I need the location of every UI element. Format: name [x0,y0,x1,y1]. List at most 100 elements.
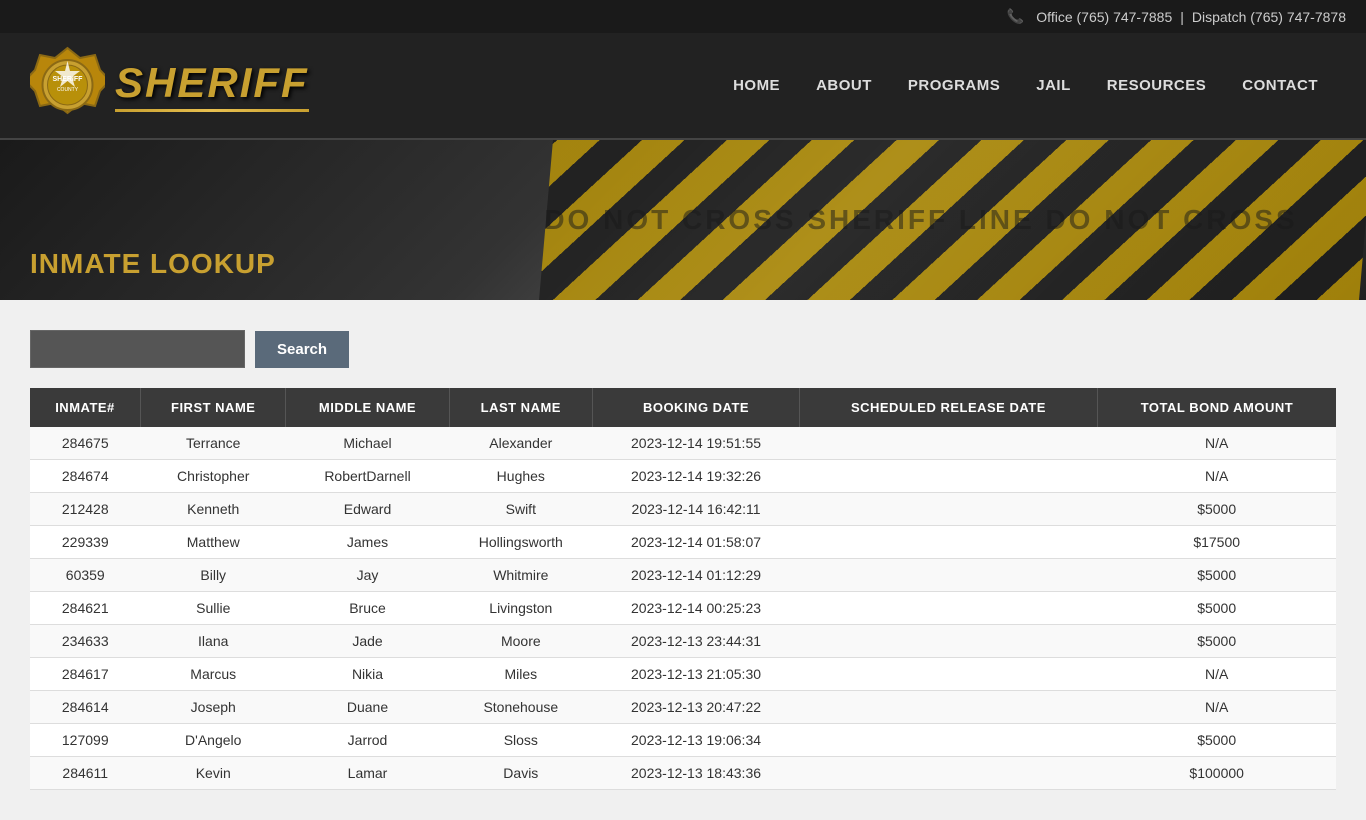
table-row: 284675TerranceMichaelAlexander2023-12-14… [30,427,1336,460]
table-cell: James [286,526,449,559]
office-phone: Office (765) 747-7885 [1036,9,1172,25]
table-cell: Matthew [141,526,286,559]
main-content: Search INMATE#FIRST NAMEMIDDLE NAMELAST … [0,300,1366,820]
table-cell: 2023-12-13 23:44:31 [593,625,800,658]
table-row: 212428KennethEdwardSwift2023-12-14 16:42… [30,493,1336,526]
logo-area: SHERIFF COUNTY SHERIFF [30,43,309,128]
table-cell [799,493,1097,526]
table-cell: 212428 [30,493,141,526]
table-row: 284617MarcusNikiaMiles2023-12-13 21:05:3… [30,658,1336,691]
table-cell: Terrance [141,427,286,460]
table-cell: 284611 [30,757,141,790]
table-header-cell: TOTAL BOND AMOUNT [1097,388,1336,427]
table-cell: $5000 [1097,493,1336,526]
table-cell: Jay [286,559,449,592]
table-cell: 2023-12-14 00:25:23 [593,592,800,625]
nav-item-home[interactable]: HOME [715,69,798,102]
table-cell: RobertDarnell [286,460,449,493]
table-row: 229339MatthewJamesHollingsworth2023-12-1… [30,526,1336,559]
table-cell [799,691,1097,724]
table-cell: Ilana [141,625,286,658]
table-row: 284614JosephDuaneStonehouse2023-12-13 20… [30,691,1336,724]
table-header-cell: FIRST NAME [141,388,286,427]
header: SHERIFF COUNTY SHERIFF HOMEABOUTPROGRAMS… [0,33,1366,140]
nav-item-about[interactable]: ABOUT [798,69,890,102]
table-cell [799,592,1097,625]
table-header-cell: INMATE# [30,388,141,427]
table-header-row: INMATE#FIRST NAMEMIDDLE NAMELAST NAMEBOO… [30,388,1336,427]
table-row: 284621SullieBruceLivingston2023-12-14 00… [30,592,1336,625]
table-cell: Jarrod [286,724,449,757]
table-cell [799,427,1097,460]
separator: | [1180,9,1184,25]
table-header: INMATE#FIRST NAMEMIDDLE NAMELAST NAMEBOO… [30,388,1336,427]
table-row: 127099D'AngeloJarrodSloss2023-12-13 19:0… [30,724,1336,757]
table-cell [799,757,1097,790]
sheriff-badge-icon: SHERIFF COUNTY [30,43,105,128]
svg-text:COUNTY: COUNTY [57,87,79,93]
table-cell: Nikia [286,658,449,691]
inmate-table: INMATE#FIRST NAMEMIDDLE NAMELAST NAMEBOO… [30,388,1336,790]
table-cell: Bruce [286,592,449,625]
table-cell: $5000 [1097,559,1336,592]
phone-icon: 📞 [1007,8,1024,25]
table-cell: Alexander [449,427,593,460]
table-cell: Swift [449,493,593,526]
table-cell: $5000 [1097,625,1336,658]
table-row: 284611KevinLamarDavis2023-12-13 18:43:36… [30,757,1336,790]
table-cell: 2023-12-13 18:43:36 [593,757,800,790]
search-area: Search [30,330,1336,368]
nav-item-contact[interactable]: CONTACT [1224,69,1336,102]
search-input[interactable] [30,330,245,368]
table-cell: 2023-12-13 19:06:34 [593,724,800,757]
table-row: 234633IlanaJadeMoore2023-12-13 23:44:31$… [30,625,1336,658]
table-cell: Duane [286,691,449,724]
table-header-cell: BOOKING DATE [593,388,800,427]
table-cell: 284614 [30,691,141,724]
table-cell: Kevin [141,757,286,790]
table-cell [799,460,1097,493]
table-cell: 2023-12-13 21:05:30 [593,658,800,691]
table-cell: D'Angelo [141,724,286,757]
table-cell: 2023-12-14 19:32:26 [593,460,800,493]
nav-item-jail[interactable]: JAIL [1018,69,1089,102]
table-header-cell: MIDDLE NAME [286,388,449,427]
table-cell: 2023-12-14 19:51:55 [593,427,800,460]
table-cell: 284617 [30,658,141,691]
table-cell: N/A [1097,658,1336,691]
table-cell: $5000 [1097,592,1336,625]
hero-banner: DO NOT CROSS SHERIFF LINE DO NOT CROSS I… [0,140,1366,300]
table-cell: N/A [1097,460,1336,493]
tape-text: DO NOT CROSS SHERIFF LINE DO NOT CROSS [544,204,1297,236]
table-body: 284675TerranceMichaelAlexander2023-12-14… [30,427,1336,790]
table-cell: 284621 [30,592,141,625]
search-button[interactable]: Search [255,331,349,368]
table-cell: $17500 [1097,526,1336,559]
table-cell: Sullie [141,592,286,625]
table-cell: 229339 [30,526,141,559]
table-cell: Livingston [449,592,593,625]
table-cell: Sloss [449,724,593,757]
table-cell: Hughes [449,460,593,493]
table-cell: Edward [286,493,449,526]
dispatch-phone: Dispatch (765) 747-7878 [1192,9,1346,25]
table-cell: 2023-12-14 16:42:11 [593,493,800,526]
page-title: INMATE LOOKUP [30,248,276,280]
nav-item-programs[interactable]: PROGRAMS [890,69,1018,102]
table-cell: Whitmire [449,559,593,592]
table-cell: Miles [449,658,593,691]
table-cell: Michael [286,427,449,460]
table-cell: 2023-12-13 20:47:22 [593,691,800,724]
logo-text-area: SHERIFF [115,59,309,112]
table-header-cell: LAST NAME [449,388,593,427]
table-cell [799,526,1097,559]
nav-item-resources[interactable]: RESOURCES [1089,69,1225,102]
table-cell: 234633 [30,625,141,658]
table-cell: Joseph [141,691,286,724]
table-row: 284674ChristopherRobertDarnellHughes2023… [30,460,1336,493]
table-cell [799,658,1097,691]
table-cell: Moore [449,625,593,658]
table-header-cell: SCHEDULED RELEASE DATE [799,388,1097,427]
table-cell: Billy [141,559,286,592]
table-cell: $5000 [1097,724,1336,757]
